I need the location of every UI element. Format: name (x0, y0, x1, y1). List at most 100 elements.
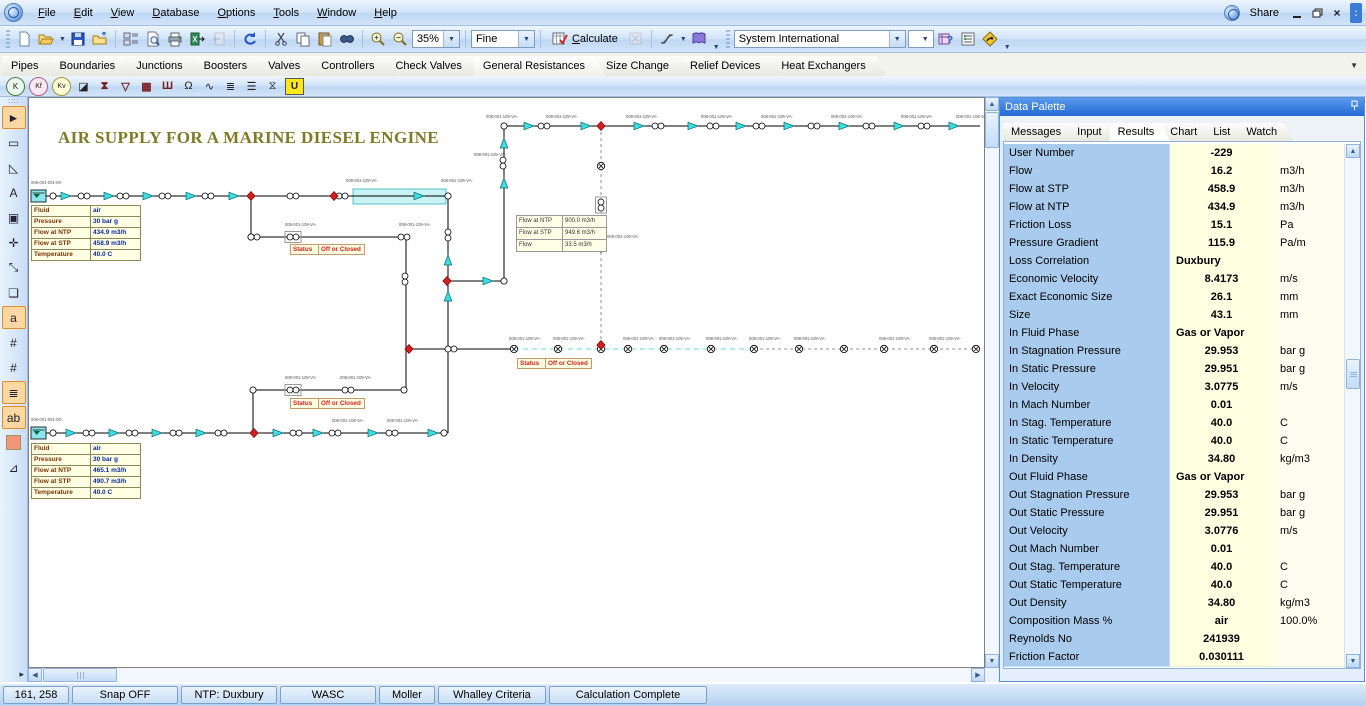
toolbar-grip[interactable] (6, 30, 10, 48)
frame-tool-icon[interactable]: ▣ (2, 206, 26, 229)
node-icon[interactable] (83, 430, 89, 436)
scroll-up-icon[interactable]: ▲ (985, 97, 999, 111)
color-swatch-tool-icon[interactable] (2, 431, 26, 454)
flow-arrow-icon[interactable] (444, 255, 452, 265)
secondary-combo[interactable]: ▼ (908, 30, 934, 48)
node-icon[interactable] (248, 234, 254, 240)
node-icon[interactable] (544, 123, 550, 129)
canvas-vscrollbar[interactable]: ▲ ▼ (985, 97, 999, 668)
junction-diamond-icon[interactable] (443, 276, 451, 285)
tab-check-valves[interactable]: Check Valves (386, 56, 481, 76)
result-row[interactable]: Out Velocity3.0776m/s (1004, 522, 1345, 540)
node-icon[interactable] (215, 430, 221, 436)
zoom-in-icon[interactable] (368, 29, 388, 49)
node-icon[interactable] (126, 430, 132, 436)
flow-arrow-icon[interactable] (444, 291, 452, 301)
node-icon[interactable] (402, 273, 408, 279)
node-icon[interactable] (202, 193, 208, 199)
warning-diamond-icon[interactable] (980, 29, 1000, 49)
result-row[interactable]: Economic Velocity8.4173m/s (1004, 270, 1345, 288)
node-icon[interactable] (293, 387, 299, 393)
close-project-icon[interactable] (90, 29, 110, 49)
open-dropdown-icon[interactable]: ▼ (59, 36, 66, 43)
node-icon[interactable] (445, 346, 451, 352)
result-row[interactable]: Out Stagnation Pressure29.953bar g (1004, 486, 1345, 504)
tab-relief-devices[interactable]: Relief Devices (681, 56, 780, 76)
result-row[interactable]: Out Mach Number0.01 (1004, 540, 1345, 558)
menu-help[interactable]: Help (365, 4, 406, 22)
table-help-icon[interactable]: ? (936, 29, 956, 49)
result-row[interactable]: In Stag. Temperature40.0C (1004, 414, 1345, 432)
junction-diamond-icon[interactable] (250, 428, 258, 437)
node-icon[interactable] (290, 430, 296, 436)
node-icon[interactable] (500, 163, 506, 169)
menu-edit[interactable]: Edit (65, 4, 102, 22)
node-icon[interactable] (287, 234, 293, 240)
node-icon[interactable] (84, 193, 90, 199)
node-icon[interactable] (398, 234, 404, 240)
flow-arrow-icon[interactable] (61, 192, 71, 200)
flow-arrow-icon[interactable] (524, 122, 534, 130)
flow-arrow-icon[interactable] (894, 122, 904, 130)
node-icon[interactable] (165, 193, 171, 199)
flow-arrow-icon[interactable] (152, 429, 162, 437)
node-icon[interactable] (50, 430, 56, 436)
results-scroll-down-icon[interactable]: ▼ (1346, 654, 1360, 668)
junction-diamond-icon[interactable] (247, 191, 255, 200)
flow-arrow-icon[interactable] (186, 192, 196, 200)
strip-expand-icon[interactable]: ▸ (19, 669, 27, 680)
results-scroll-up-icon[interactable]: ▲ (1346, 144, 1360, 158)
palette-tab-watch[interactable]: Watch (1238, 123, 1293, 141)
node-icon[interactable] (123, 193, 129, 199)
node-icon[interactable] (287, 193, 293, 199)
result-row[interactable]: User Number-229 (1004, 144, 1345, 162)
cut-icon[interactable] (271, 29, 291, 49)
share-button[interactable]: Share (1246, 7, 1287, 19)
node-icon[interactable] (401, 387, 407, 393)
node-icon[interactable] (254, 234, 260, 240)
zoom-list-tool-icon[interactable]: ≣ (2, 381, 26, 404)
toolbar2-grip[interactable] (726, 30, 730, 48)
node-icon[interactable] (538, 123, 544, 129)
result-row[interactable]: Composition Mass %air100.0% (1004, 612, 1345, 630)
result-row[interactable]: Out Static Temperature40.0C (1004, 576, 1345, 594)
text-a-tool-icon[interactable]: a (2, 306, 26, 329)
export-icon[interactable] (187, 29, 207, 49)
text-note-tool-icon[interactable]: A (2, 181, 26, 204)
toolbar2-overflow-icon[interactable]: ▼ (1002, 28, 1013, 50)
open-file-icon[interactable] (36, 29, 56, 49)
orifice-icon[interactable]: ◪ (75, 78, 92, 95)
node-icon[interactable] (386, 430, 392, 436)
node-icon[interactable] (402, 279, 408, 285)
flow-arrow-icon[interactable] (229, 192, 239, 200)
result-row[interactable]: Friction Loss15.1Pa (1004, 216, 1345, 234)
new-file-icon[interactable] (14, 29, 34, 49)
flow-arrow-icon[interactable] (949, 122, 959, 130)
result-row[interactable]: In Velocity3.0775m/s (1004, 378, 1345, 396)
node-icon[interactable] (451, 346, 457, 352)
flow-arrow-icon[interactable] (500, 178, 508, 188)
resize-tool-icon[interactable]: ⤡ (2, 256, 26, 279)
nozzle-icon[interactable]: ▽ (117, 78, 134, 95)
tab-heat-exchangers[interactable]: Heat Exchangers (772, 56, 885, 76)
menu-options[interactable]: Options (208, 4, 264, 22)
weir-icon[interactable]: Ш (159, 78, 176, 95)
minimize-button[interactable] (1287, 4, 1307, 22)
result-row[interactable]: Pressure Gradient115.9Pa/m (1004, 234, 1345, 252)
kv-resistance-icon[interactable]: Kv (52, 77, 71, 96)
node-icon[interactable] (707, 123, 713, 129)
node-icon[interactable] (598, 205, 604, 211)
result-row[interactable]: Out Stag. Temperature40.0C (1004, 558, 1345, 576)
chart-tool-icon[interactable]: ⊿ (2, 456, 26, 479)
menu-database[interactable]: Database (143, 4, 208, 22)
hourglass-valve-icon[interactable]: ⧖ (264, 78, 281, 95)
node-icon[interactable] (250, 387, 256, 393)
screen-icon[interactable]: ▦ (138, 78, 155, 95)
callout-tool-icon[interactable]: ❏ (2, 281, 26, 304)
node-icon[interactable] (713, 123, 719, 129)
node-icon[interactable] (392, 430, 398, 436)
tab-valves[interactable]: Valves (259, 56, 320, 76)
results-scrollbar[interactable]: ▲ ▼ (1344, 144, 1360, 668)
result-row[interactable]: Out Density34.80kg/m3 (1004, 594, 1345, 612)
node-icon[interactable] (500, 157, 506, 163)
